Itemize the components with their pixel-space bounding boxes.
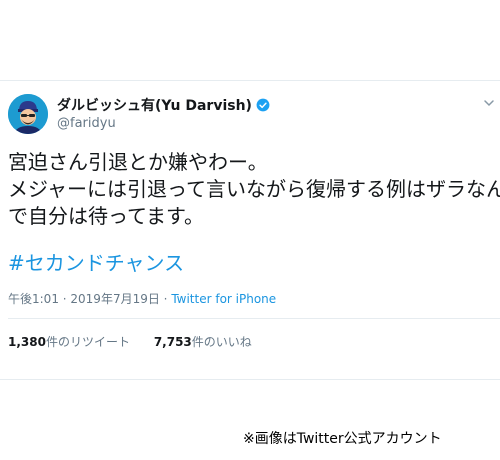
divider (8, 318, 500, 319)
like-count[interactable]: 7,753件のいいね (154, 335, 252, 349)
display-name[interactable]: ダルビッシュ有(Yu Darvish) (57, 95, 252, 115)
tweet-date[interactable]: 2019年7月19日 (70, 292, 159, 306)
retweet-count-label: 件のリツイート (45, 335, 130, 349)
retweet-count[interactable]: 1,380件のリツイート (8, 335, 130, 349)
verified-badge-icon (256, 98, 270, 112)
avatar-image (8, 94, 48, 134)
tweet-text-line: メジャーには引退って言いながら復帰する例はザラなん (8, 177, 500, 201)
retweet-count-value: 1,380 (8, 335, 46, 349)
tweet-time[interactable]: 午後1:01 (8, 292, 59, 306)
image-credit: ※画像はTwitter公式アカウント (243, 431, 442, 447)
tweet-card: ダルビッシュ有(Yu Darvish) @faridyu 宮迫さん引退とか嫌やわ… (0, 80, 500, 380)
hashtag-link[interactable]: #セカンドチャンス (8, 247, 184, 276)
meta-separator: · (159, 292, 172, 306)
meta-separator: · (58, 292, 71, 306)
tweet-stats: 1,380件のリツイート 7,753件のいいね (8, 333, 272, 350)
chevron-down-icon[interactable] (483, 97, 495, 109)
user-handle[interactable]: @faridyu (57, 116, 116, 131)
like-count-label: 件のいいね (191, 335, 252, 349)
tweet-text-line: で自分は待ってます。 (8, 204, 204, 228)
tweet-source-link[interactable]: Twitter for iPhone (171, 292, 276, 306)
author-name-row[interactable]: ダルビッシュ有(Yu Darvish) (57, 95, 270, 115)
avatar[interactable] (8, 94, 48, 134)
like-count-value: 7,753 (153, 335, 192, 349)
tweet-text-line: 宮迫さん引退とか嫌やわー。 (8, 150, 268, 174)
tweet-text: 宮迫さん引退とか嫌やわー。 メジャーには引退って言いながら復帰する例はザラなん … (8, 149, 500, 230)
tweet-timestamp: 午後1:01 · 2019年7月19日 · Twitter for iPhone (8, 290, 276, 307)
